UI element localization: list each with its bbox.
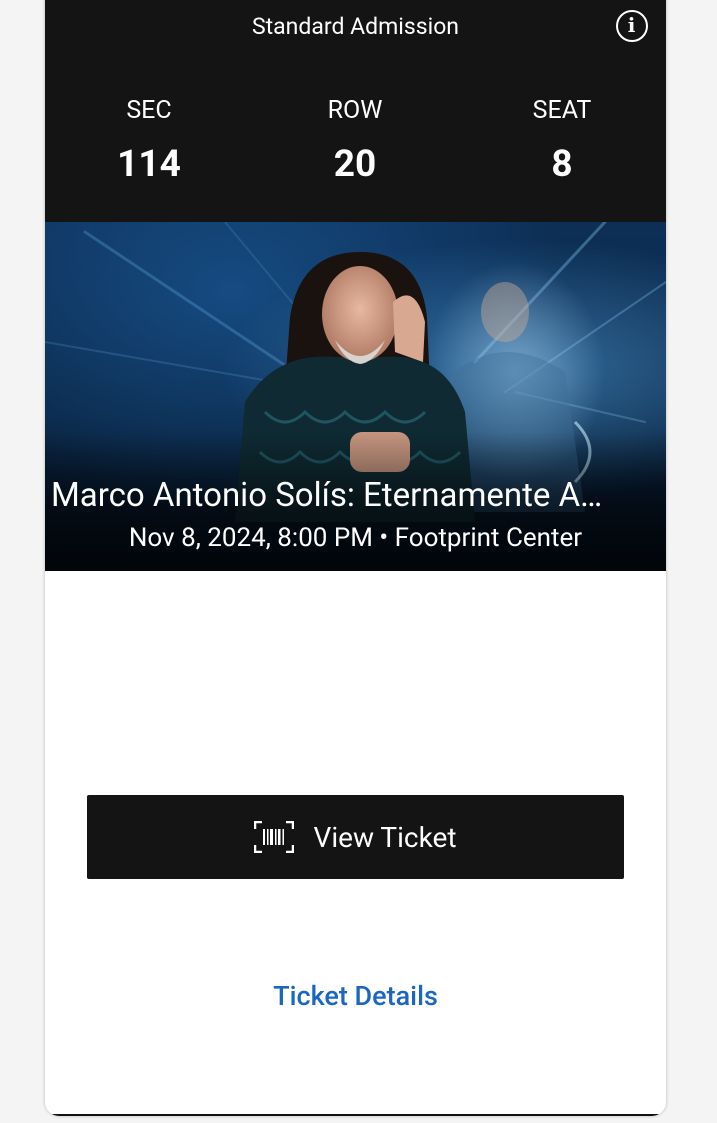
card-bottom-edge <box>45 1114 666 1116</box>
event-banner: Marco Antonio Solís: Eternamente A… Nov … <box>45 222 666 571</box>
event-datetime-venue: Nov 8, 2024, 8:00 PM • Footprint Center <box>128 523 583 553</box>
section-column: SEC 114 <box>49 96 249 186</box>
ticket-header: Standard Admission i SEC 114 ROW 20 SEAT… <box>45 0 666 222</box>
seat-value: 8 <box>551 143 573 186</box>
row-value: 20 <box>333 143 377 186</box>
barcode-scan-icon <box>254 821 295 853</box>
view-ticket-button[interactable]: View Ticket <box>87 795 624 879</box>
section-value: 114 <box>117 143 181 186</box>
row-column: ROW 20 <box>255 96 455 186</box>
seat-column: SEAT 8 <box>462 96 662 186</box>
view-ticket-label: View Ticket <box>313 820 457 854</box>
ticket-card: Standard Admission i SEC 114 ROW 20 SEAT… <box>45 0 666 1116</box>
seat-label: SEAT <box>532 96 592 125</box>
event-title: Marco Antonio Solís: Eternamente A… <box>51 476 603 515</box>
ticket-details-link[interactable]: Ticket Details <box>45 980 666 1012</box>
admission-type: Standard Admission <box>251 13 460 40</box>
section-label: SEC <box>126 96 172 125</box>
row-label: ROW <box>327 96 383 125</box>
info-icon[interactable]: i <box>616 10 648 42</box>
